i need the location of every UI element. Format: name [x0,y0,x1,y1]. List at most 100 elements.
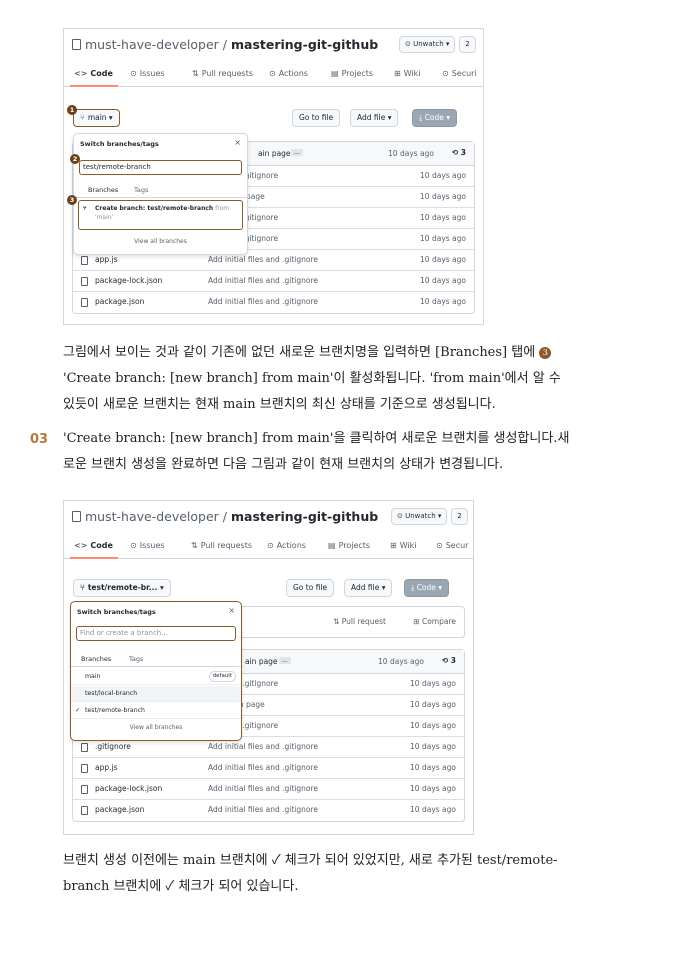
file-icon [81,277,88,286]
compare-link[interactable]: ⊞ Compare [413,617,456,626]
tab-pull-requests[interactable]: ⇅ Pull requests [192,69,253,78]
code-button[interactable]: ⤓ Code ▾ [404,579,450,597]
repo-name-link[interactable]: mastering-git-github [231,509,378,524]
tab-wiki[interactable]: ⊞ Wiki [390,541,417,550]
branch-item-test-remote-branch[interactable]: ✓ test/remote-branch [71,703,241,719]
popup-tabs: Branches Tags [74,183,247,198]
branch-item-test-local-branch[interactable]: test/local-branch [71,686,241,702]
watch-count[interactable]: 2 [451,508,468,525]
explanation-paragraph-1: 그림에서 보이는 것과 같이 기존에 없던 새로운 브랜치명을 입력하면 [Br… [63,340,663,418]
default-badge: default [208,671,236,682]
row-message: Add initial files and .gitignore [208,784,319,793]
commit-ellipsis-badge[interactable]: ... [291,149,303,156]
tab-issues[interactable]: ⊙ Issues [130,541,165,550]
tab-security[interactable]: ⊙ Secur [436,541,468,550]
tab-branches[interactable]: Branches [81,655,111,663]
tab-pull-requests[interactable]: ⇅ Pull requests [191,541,252,550]
tab-code[interactable]: <> Code [74,541,113,550]
tab-actions[interactable]: ⊙ Actions [267,541,306,550]
text-line: 로운 브랜치 생성을 완료하면 다음 그림과 같이 현재 브랜치의 상태가 변경… [63,457,504,472]
go-to-file-button[interactable]: Go to file [286,579,335,597]
branch-icon: ⑂ [83,205,87,212]
branch-select-button[interactable]: ⑂ main ▾ [73,109,120,127]
tab-projects[interactable]: ▤ Projects [331,69,373,78]
active-tab-underline [70,557,118,559]
tab-issues[interactable]: ⊙ Issues [130,69,165,78]
row-age: 10 days ago [410,805,456,814]
file-name[interactable]: package-lock.json [95,784,162,793]
text-line: 'Create branch: [new branch] from main'을… [63,431,570,446]
text-line: branch 브랜치에 ✓ 체크가 되어 있습니다. [63,879,299,894]
table-row[interactable]: package.json Add initial files and .gitig… [73,800,464,821]
tab-actions[interactable]: ⊙ Actions [269,69,308,78]
row-age: 10 days ago [420,234,466,243]
commit-count[interactable]: ⟲ 3 [452,148,466,157]
file-name[interactable]: .gitignore [95,742,131,751]
tab-wiki[interactable]: ⊞ Wiki [394,69,421,78]
file-name[interactable]: app.js [95,763,118,772]
branch-name: main [85,673,101,680]
file-name[interactable]: package.json [95,297,144,306]
tab-tags[interactable]: Tags [129,655,143,663]
table-row[interactable]: package-lock.json Add initial files and .… [73,779,464,800]
repo-owner-link[interactable]: must-have-developer [85,509,219,524]
repo-header: must-have-developer / mastering-git-gith… [72,509,378,524]
file-name[interactable]: package.json [95,805,144,814]
tab-security[interactable]: ⊙ Securi [442,69,477,78]
table-row[interactable]: package.json Add initial files and .gitig… [73,292,474,313]
wiki-icon: ⊞ [394,69,401,78]
file-name[interactable]: package-lock.json [95,276,162,285]
file-icon [81,298,88,307]
branch-switcher-popup: Switch branches/tags × test/remote-branc… [73,133,248,255]
add-file-button[interactable]: Add file ▾ [350,109,399,127]
row-age: 10 days ago [410,742,456,751]
branch-search-input[interactable]: test/remote-branch [79,160,242,175]
branch-item-main[interactable]: main default [71,669,241,685]
repo-owner-link[interactable]: must-have-developer [85,37,219,52]
issues-icon: ⊙ [130,69,137,78]
close-icon[interactable]: × [228,606,235,615]
pull-request-link[interactable]: ⇅ Pull request [333,617,386,626]
branch-select-button[interactable]: ⑂ test/remote-br... ▾ [73,579,171,597]
actions-icon: ⊙ [269,69,276,78]
commit-message[interactable]: ain page [245,657,278,666]
row-age: 10 days ago [420,213,466,222]
pull-request-icon: ⇅ [191,541,198,550]
callout-marker-3: 3 [539,347,552,359]
row-message: Add initial files and .gitignore [208,742,319,751]
commit-message[interactable]: ain page [258,149,291,158]
file-icon [81,743,88,752]
screenshot-branch-created: must-have-developer / mastering-git-gith… [63,500,474,835]
view-all-branches-link[interactable]: View all branches [74,238,247,245]
unwatch-button[interactable]: ⊙ Unwatch ▾ [391,508,448,525]
row-age: 10 days ago [410,679,456,688]
security-icon: ⊙ [436,541,443,550]
file-name[interactable]: app.js [95,255,118,264]
security-icon: ⊙ [442,69,449,78]
branch-search-input[interactable]: Find or create a branch... [76,626,236,641]
row-age: 10 days ago [410,763,456,772]
tab-tags[interactable]: Tags [134,186,148,194]
create-branch-option[interactable]: ⑂ Create branch: test/remote-branch from… [78,200,243,230]
watch-count[interactable]: 2 [459,36,476,53]
view-all-branches-link[interactable]: View all branches [71,724,241,731]
tab-code[interactable]: <> Code [74,69,113,78]
add-file-button[interactable]: Add file ▾ [344,579,393,597]
unwatch-button[interactable]: ⊙ Unwatch ▾ [399,36,456,53]
code-button[interactable]: ⤓ Code ▾ [412,109,458,127]
repo-name-link[interactable]: mastering-git-github [231,37,378,52]
table-row[interactable]: package-lock.json Add initial files and .… [73,271,474,292]
commit-ellipsis-badge[interactable]: ... [279,657,291,664]
row-age: 10 days ago [420,276,466,285]
table-row[interactable]: app.js Add initial files and .gitignore 10… [73,758,464,779]
text-line: 'Create branch: [new branch] from main'이… [63,371,561,386]
tab-projects[interactable]: ▤ Projects [328,541,370,550]
commit-count[interactable]: ⟲ 3 [442,656,456,665]
wiki-icon: ⊞ [390,541,397,550]
active-tab-underline [70,85,118,87]
step-paragraph: 'Create branch: [new branch] from main'을… [63,426,663,478]
tab-branches[interactable]: Branches [88,186,118,194]
go-to-file-button[interactable]: Go to file [292,109,341,127]
close-icon[interactable]: × [234,138,241,147]
step-number: 03 [30,432,49,447]
